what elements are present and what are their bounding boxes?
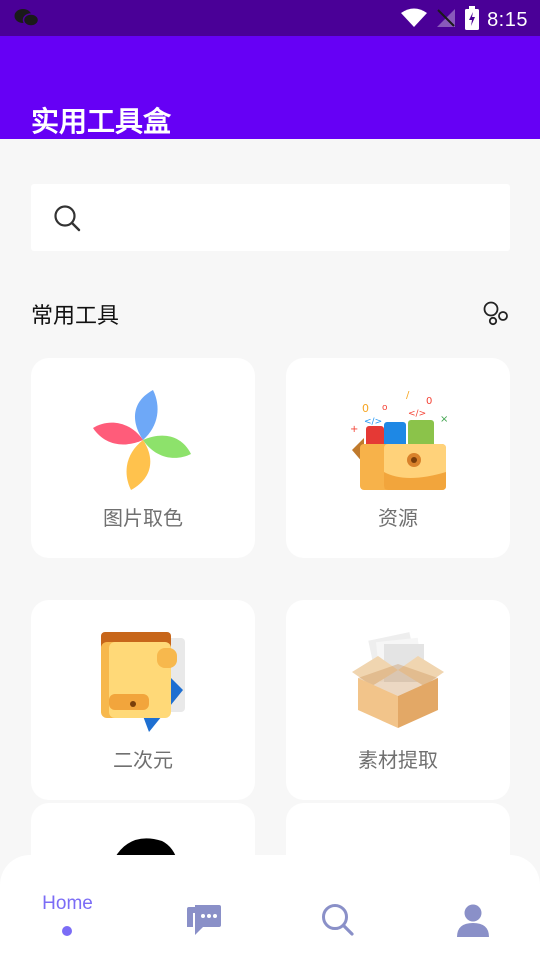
app-bar: 实用工具盒 <box>0 36 540 139</box>
battery-icon <box>465 6 480 34</box>
tool-card-anime[interactable]: 二次元 <box>31 600 255 800</box>
bottom-navigation: Home <box>0 855 540 960</box>
nav-home-label: Home <box>42 893 93 914</box>
bubbles-icon[interactable] <box>482 300 510 330</box>
svg-text:</>: </> <box>408 409 426 419</box>
open-box-icon <box>348 630 448 734</box>
svg-text:×: × <box>440 414 448 425</box>
wechat-notification-icon <box>14 8 40 32</box>
pinwheel-icon <box>91 388 195 496</box>
no-signal-icon <box>435 7 457 33</box>
search-input[interactable] <box>101 198 491 238</box>
svg-text:/: / <box>406 390 410 401</box>
tool-label: 二次元 <box>113 748 173 772</box>
nav-profile[interactable] <box>405 855 540 960</box>
tool-label: 资源 <box>378 506 418 530</box>
code-box-icon: 0 o / 0 + × </> </> <box>346 388 450 498</box>
chat-bubbles-icon <box>185 903 221 941</box>
svg-text:0: 0 <box>426 396 432 407</box>
tool-card-color-picker[interactable]: 图片取色 <box>31 358 255 558</box>
wifi-icon <box>401 8 428 32</box>
section-title: 常用工具 <box>31 304 120 329</box>
tool-card-resources[interactable]: 0 o / 0 + × </> </> 资源 <box>286 358 510 558</box>
svg-text:o: o <box>382 403 388 413</box>
svg-text:</>: </> <box>364 417 382 427</box>
wallet-icon <box>97 630 189 740</box>
tool-label: 素材提取 <box>358 748 438 772</box>
page-title: 实用工具盒 <box>31 105 172 138</box>
nav-home[interactable]: Home <box>0 855 135 960</box>
search-box[interactable] <box>31 184 510 251</box>
nav-messages[interactable] <box>135 855 270 960</box>
svg-text:0: 0 <box>362 402 369 415</box>
tool-card-material-extract[interactable]: 素材提取 <box>286 600 510 800</box>
search-icon <box>321 903 355 941</box>
active-indicator-dot <box>62 926 72 936</box>
person-icon <box>456 903 490 941</box>
nav-search[interactable] <box>270 855 405 960</box>
status-bar: 8:15 <box>0 0 540 36</box>
status-time: 8:15 <box>487 8 528 31</box>
tool-label: 图片取色 <box>103 506 183 530</box>
svg-text:+: + <box>350 424 358 435</box>
search-icon <box>53 204 81 236</box>
